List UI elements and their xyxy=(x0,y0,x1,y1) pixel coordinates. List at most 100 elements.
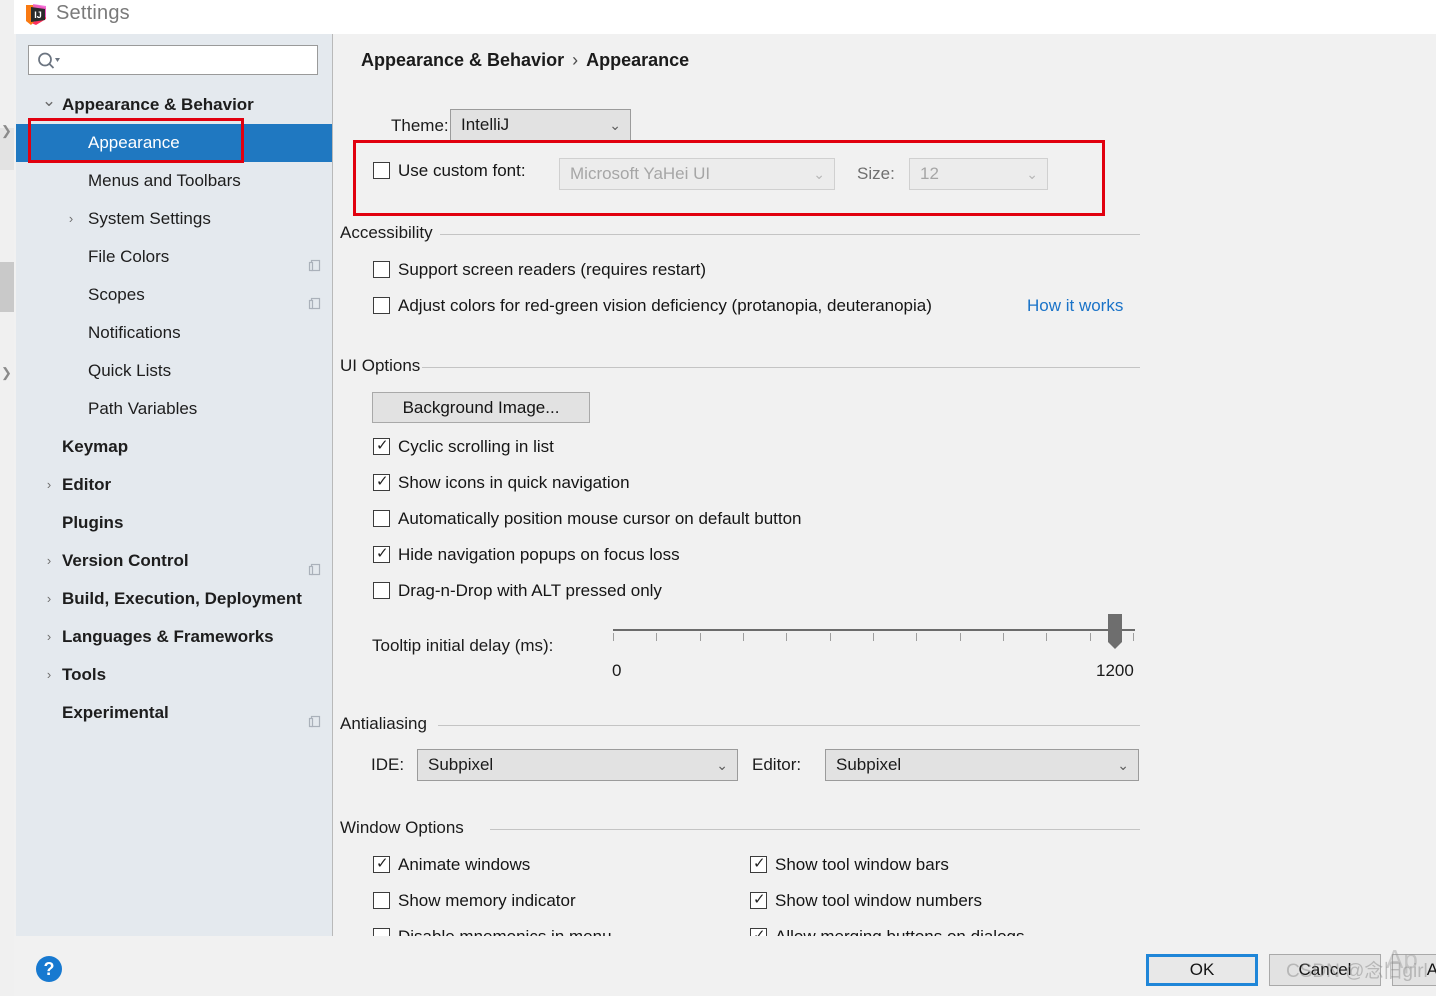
search-input[interactable] xyxy=(65,46,317,76)
chevron-right-icon[interactable]: › xyxy=(40,466,58,504)
sidebar-item-label: Experimental xyxy=(62,703,169,722)
show-memory-indicator-checkbox[interactable] xyxy=(373,892,390,909)
chevron-down-icon: ⌄ xyxy=(813,166,825,182)
slider-tick xyxy=(743,633,744,641)
slider-tick xyxy=(613,633,614,641)
sidebar-item-label: Path Variables xyxy=(88,399,198,418)
sidebar-item-build-execution-deployment[interactable]: › Build, Execution, Deployment xyxy=(16,580,332,618)
slider-tick xyxy=(656,633,657,641)
sidebar-item-label: Build, Execution, Deployment xyxy=(62,589,302,608)
tooltip-delay-max-label: 1200 xyxy=(1096,661,1134,680)
help-button[interactable]: ? xyxy=(36,956,62,982)
sidebar-item-editor[interactable]: › Editor xyxy=(16,466,332,504)
disable-mnemonics-checkbox[interactable] xyxy=(373,928,390,936)
tooltip-delay-slider-thumb[interactable] xyxy=(1108,614,1122,649)
copy-settings-icon[interactable] xyxy=(308,288,322,310)
slider-tick xyxy=(960,633,961,641)
chevron-down-icon[interactable]: ⌄ xyxy=(40,86,58,116)
sidebar-item-quick-lists[interactable]: Quick Lists xyxy=(16,352,332,390)
slider-tick xyxy=(916,633,917,641)
breadcrumb-current: Appearance xyxy=(586,50,690,70)
hide-nav-popups-label: Hide navigation popups on focus loss xyxy=(398,545,680,564)
sidebar-item-path-variables[interactable]: Path Variables xyxy=(16,390,332,428)
sidebar-item-notifications[interactable]: Notifications xyxy=(16,314,332,352)
cancel-button[interactable]: Cancel xyxy=(1269,954,1381,986)
chevron-right-icon[interactable]: › xyxy=(40,580,58,618)
ide-antialiasing-label: IDE: xyxy=(371,755,405,774)
show-icons-quick-nav-label: Show icons in quick navigation xyxy=(398,473,630,492)
font-size-select[interactable]: 12 ⌄ xyxy=(909,158,1048,190)
slider-tick xyxy=(1046,633,1047,641)
editor-antialiasing-label: Editor: xyxy=(752,755,802,774)
sidebar-item-keymap[interactable]: Keymap xyxy=(16,428,332,466)
editor-antialiasing-select[interactable]: Subpixel ⌄ xyxy=(825,749,1139,781)
sidebar-item-appearance[interactable]: Appearance xyxy=(16,124,332,162)
show-tool-window-bars-checkbox[interactable]: ✓ xyxy=(750,855,767,873)
custom-font-select-value: Microsoft YaHei UI xyxy=(570,164,711,183)
background-chevron-icon-lower: ❯ xyxy=(1,365,12,380)
antialiasing-group-title: Antialiasing xyxy=(340,714,437,734)
custom-font-select[interactable]: Microsoft YaHei UI ⌄ xyxy=(559,158,835,190)
chevron-down-icon: ⌄ xyxy=(716,757,728,773)
sidebar-item-tools[interactable]: › Tools xyxy=(16,656,332,694)
checkbox-tick-icon: ✓ xyxy=(376,437,389,454)
apply-button[interactable]: Apply xyxy=(1392,954,1436,986)
slider-tick xyxy=(1090,633,1091,641)
show-icons-quick-nav-checkbox[interactable]: ✓ xyxy=(373,473,390,491)
font-size-select-value: 12 xyxy=(920,164,939,183)
cyclic-scrolling-label: Cyclic scrolling in list xyxy=(398,437,554,456)
adjust-colors-checkbox[interactable] xyxy=(373,297,390,314)
ide-antialiasing-select[interactable]: Subpixel ⌄ xyxy=(417,749,738,781)
sidebar-item-appearance-behavior[interactable]: ⌄ Appearance & Behavior xyxy=(16,86,332,124)
copy-settings-icon[interactable] xyxy=(308,706,322,728)
sidebar-item-menus-and-toolbars[interactable]: Menus and Toolbars xyxy=(16,162,332,200)
copy-settings-icon[interactable] xyxy=(308,250,322,272)
background-image-button[interactable]: Background Image... xyxy=(372,392,590,423)
use-custom-font-checkbox[interactable]: ✓ xyxy=(373,162,390,179)
group-divider xyxy=(440,234,1140,235)
cyclic-scrolling-checkbox[interactable]: ✓ xyxy=(373,437,390,455)
sidebar-item-scopes[interactable]: Scopes xyxy=(16,276,332,314)
show-tool-window-numbers-label: Show tool window numbers xyxy=(775,891,982,910)
sidebar-item-label: Languages & Frameworks xyxy=(62,627,274,646)
show-tool-window-numbers-checkbox[interactable]: ✓ xyxy=(750,891,767,909)
sidebar-item-label: Plugins xyxy=(62,513,124,532)
hide-nav-popups-checkbox[interactable]: ✓ xyxy=(373,545,390,563)
allow-merging-buttons-checkbox[interactable]: ✓ xyxy=(750,927,767,936)
window-title: Settings xyxy=(56,2,130,24)
copy-settings-icon[interactable] xyxy=(308,554,322,576)
auto-position-cursor-checkbox[interactable] xyxy=(373,510,390,527)
checkbox-tick-icon: ✓ xyxy=(753,891,766,908)
ui-options-group-header: UI Options xyxy=(340,356,1140,376)
sidebar-item-experimental[interactable]: Experimental xyxy=(16,694,332,732)
settings-dialog: IJ Settings ⌄ Appearance & Behavior Appear… xyxy=(14,0,1436,996)
search-box[interactable] xyxy=(28,45,318,76)
tooltip-delay-slider-track[interactable] xyxy=(613,629,1135,631)
chevron-right-icon[interactable]: › xyxy=(62,200,80,238)
sidebar-item-file-colors[interactable]: File Colors xyxy=(16,238,332,276)
ui-options-group-title: UI Options xyxy=(340,356,431,376)
tooltip-delay-min-label: 0 xyxy=(612,661,622,680)
how-it-works-link[interactable]: How it works xyxy=(1027,295,1123,317)
ok-button[interactable]: OK xyxy=(1146,954,1258,986)
chevron-right-icon[interactable]: › xyxy=(40,542,58,580)
sidebar-item-label: Scopes xyxy=(88,285,145,304)
sidebar-item-version-control[interactable]: › Version Control xyxy=(16,542,332,580)
disable-mnemonics-label: Disable mnemonics in menu xyxy=(398,926,612,936)
breadcrumb-parent[interactable]: Appearance & Behavior xyxy=(361,50,564,70)
tooltip-delay-label: Tooltip initial delay (ms): xyxy=(372,636,554,655)
sidebar-item-label: Editor xyxy=(62,475,112,494)
support-screen-readers-checkbox[interactable] xyxy=(373,261,390,278)
svg-text:IJ: IJ xyxy=(34,10,42,20)
animate-windows-checkbox[interactable]: ✓ xyxy=(373,855,390,873)
sidebar-item-system-settings[interactable]: › System Settings xyxy=(16,200,332,238)
chevron-right-icon[interactable]: › xyxy=(40,656,58,694)
chevron-down-icon: ⌄ xyxy=(609,117,621,133)
theme-select[interactable]: IntelliJ ⌄ xyxy=(450,109,631,141)
chevron-down-icon: ⌄ xyxy=(1117,757,1129,773)
sidebar-item-plugins[interactable]: Plugins xyxy=(16,504,332,542)
sidebar-item-languages-frameworks[interactable]: › Languages & Frameworks xyxy=(16,618,332,656)
slider-tick xyxy=(700,633,701,641)
chevron-right-icon[interactable]: › xyxy=(40,618,58,656)
drag-n-drop-alt-checkbox[interactable] xyxy=(373,582,390,599)
